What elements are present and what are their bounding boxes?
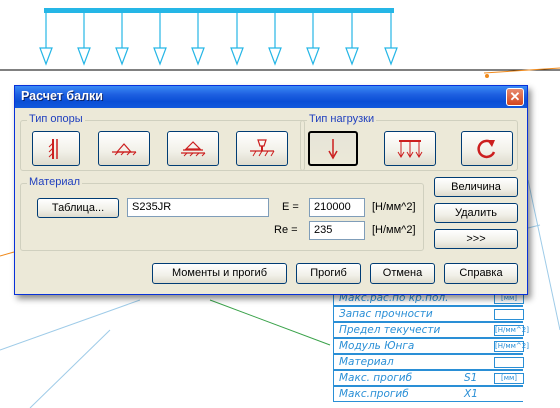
table-row: Макс. прогиб S1 [мм] [333,370,524,386]
table-row: Модуль Юнга [Н/мм^2] [333,338,529,354]
material-input[interactable]: S235JR [127,198,269,217]
load-moment-button[interactable] [461,131,513,166]
more-button[interactable]: >>> [434,229,518,249]
row-value: X1 [464,388,478,400]
e-modulus-input[interactable]: 210000 [309,198,365,217]
material-label: Материал [27,176,82,188]
moments-deflection-button[interactable]: Моменты и прогиб [152,263,287,284]
row-unit: [Н/мм^2] [494,325,529,336]
title-bar[interactable]: Расчет балки ✕ [15,86,527,108]
fixed-support-icon [48,138,58,159]
beam-calculation-dialog: Расчет балки ✕ Тип опоры Тип нагрузки Ма… [14,85,528,295]
load-type-label: Тип нагрузки [307,113,377,125]
table-button[interactable]: Таблица... [37,198,119,218]
row-label: Макс.прогиб [339,388,409,400]
row-label: Запас прочности [339,308,433,320]
table-row: Макс.прогиб X1 [333,386,523,402]
moment-load-icon [477,139,496,158]
support-pinned-button[interactable] [98,131,150,166]
row-unit: [мм] [494,373,524,384]
distributed-load-icon [397,139,423,158]
dialog-title: Расчет балки [21,89,103,103]
re-yield-input[interactable]: 235 [309,221,365,240]
row-value: S1 [464,372,478,384]
table-row: Запас прочности [333,306,524,322]
e-label: E = [282,201,299,213]
row-label: Предел текучести [339,324,441,336]
cancel-button[interactable]: Отмена [370,263,435,284]
close-icon: ✕ [509,89,521,104]
distributed-load-bar [44,8,394,13]
e-unit: [Н/мм^2] [372,201,416,213]
magnitude-button[interactable]: Величина [434,177,518,197]
support-fixed-button[interactable] [32,131,80,166]
clamp-support-icon [250,138,275,156]
row-unit: [Н/мм^2] [494,341,529,352]
load-distributed-button[interactable] [384,131,436,166]
delete-button[interactable]: Удалить [434,203,518,223]
pinned-support-icon [112,142,137,155]
point-load-icon [328,138,338,160]
row-label: Модуль Юнга [339,340,415,352]
row-label: Макс. прогиб [339,372,413,384]
support-roller-button[interactable] [167,131,219,166]
load-point-button[interactable] [308,131,358,166]
row-label: Материал [339,356,394,368]
support-type-label: Тип опоры [27,113,85,125]
help-button[interactable]: Справка [444,263,518,284]
support-clamp-button[interactable] [236,131,288,166]
re-unit: [Н/мм^2] [372,224,416,236]
row-unit [494,357,524,368]
roller-support-icon [181,140,206,156]
deflection-button[interactable]: Прогиб [296,263,361,284]
row-unit [494,309,524,320]
re-label: Re = [274,224,298,236]
close-button[interactable]: ✕ [506,88,524,106]
table-row: Материал [333,354,524,370]
load-arrows [39,13,398,66]
table-row: Предел текучести [Н/мм^2] [333,322,529,338]
